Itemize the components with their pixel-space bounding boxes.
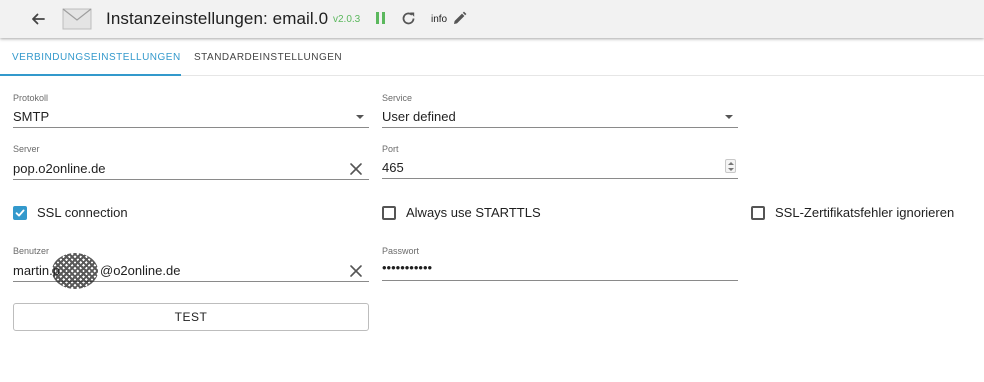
port-input[interactable]: 465 bbox=[382, 157, 738, 179]
page-title: Instanzeinstellungen: email.0 bbox=[106, 9, 329, 28]
chevron-down-icon bbox=[725, 115, 733, 119]
version-label: v2.0.3 bbox=[333, 14, 361, 25]
close-icon bbox=[350, 163, 362, 175]
ssl-ignore-checkbox-label: SSL-Zertifikatsfehler ignorieren bbox=[775, 205, 955, 220]
tab-verbindungseinstellungen[interactable]: VERBINDUNGSEINSTELLUNGEN bbox=[12, 52, 181, 63]
service-select[interactable]: User defined bbox=[382, 106, 738, 128]
service-label: Service bbox=[382, 93, 413, 103]
port-label: Port bbox=[382, 144, 399, 154]
tab-standardeinstellungen[interactable]: STANDARDEINSTELLUNGEN bbox=[194, 52, 342, 63]
ssl-ignore-checkbox-row[interactable]: SSL-Zertifikatsfehler ignorieren bbox=[751, 205, 954, 220]
server-value: pop.o2online.de bbox=[13, 161, 106, 176]
service-value: User defined bbox=[382, 109, 456, 124]
ssl-ignore-checkbox[interactable] bbox=[751, 205, 765, 220]
ssl-checkbox-row[interactable]: SSL connection bbox=[13, 205, 128, 220]
pencil-icon bbox=[454, 11, 467, 24]
active-tab-indicator bbox=[0, 74, 181, 76]
password-value: ••••••••••• bbox=[382, 260, 433, 275]
back-button[interactable] bbox=[28, 9, 48, 29]
user-value-suffix: @o2online.de bbox=[100, 263, 181, 278]
password-label: Passwort bbox=[382, 246, 420, 256]
ssl-checkbox-label: SSL connection bbox=[37, 205, 128, 220]
chevron-down-icon bbox=[356, 115, 364, 119]
redaction-blur bbox=[52, 253, 98, 289]
pause-button[interactable] bbox=[375, 12, 387, 25]
close-icon bbox=[350, 265, 362, 277]
reload-icon bbox=[402, 12, 415, 25]
password-input[interactable]: ••••••••••• bbox=[382, 259, 738, 281]
starttls-checkbox-row[interactable]: Always use STARTTLS bbox=[382, 205, 541, 220]
top-bar: Instanzeinstellungen: email.0 v2.0.3 inf… bbox=[0, 0, 984, 38]
server-label: Server bbox=[13, 144, 40, 154]
ssl-checkbox[interactable] bbox=[13, 205, 27, 220]
server-input[interactable]: pop.o2online.de bbox=[13, 158, 369, 180]
check-icon bbox=[15, 209, 25, 216]
port-value: 465 bbox=[382, 160, 404, 175]
test-button[interactable]: TEST bbox=[13, 303, 369, 331]
user-label: Benutzer bbox=[13, 246, 50, 256]
tab-bar: VERBINDUNGSEINSTELLUNGEN STANDARDEINSTEL… bbox=[0, 40, 984, 76]
back-arrow-icon bbox=[32, 13, 45, 25]
protocol-select[interactable]: SMTP bbox=[13, 106, 369, 128]
starttls-checkbox-label: Always use STARTTLS bbox=[406, 205, 541, 220]
info-label: info bbox=[431, 14, 448, 25]
pause-icon bbox=[376, 12, 379, 24]
starttls-checkbox[interactable] bbox=[382, 205, 396, 220]
clear-user-button[interactable] bbox=[349, 264, 363, 278]
reload-button[interactable] bbox=[400, 10, 417, 27]
pause-icon-bar bbox=[382, 12, 385, 24]
port-stepper[interactable] bbox=[725, 159, 736, 173]
protocol-value: SMTP bbox=[13, 109, 50, 124]
envelope-icon bbox=[62, 8, 92, 30]
protocol-label: Protokoll bbox=[13, 93, 49, 103]
clear-server-button[interactable] bbox=[349, 162, 363, 176]
edit-info-button[interactable] bbox=[452, 11, 467, 26]
